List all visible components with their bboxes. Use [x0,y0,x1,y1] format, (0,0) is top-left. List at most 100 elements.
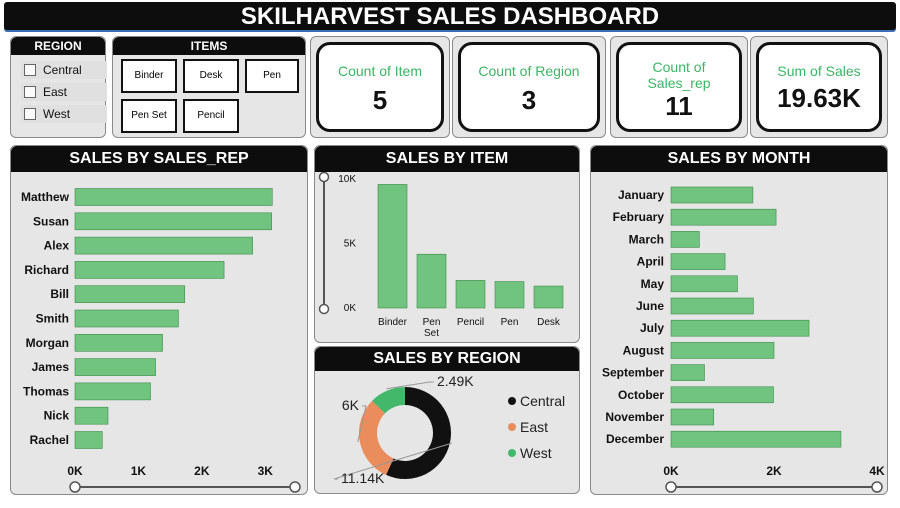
tick-label: 3K [258,464,274,478]
kpi-value: 19.63K [777,83,861,113]
bar[interactable] [377,184,408,309]
category-label: July [640,321,664,335]
category-label: Rachel [30,433,69,447]
bar[interactable] [74,309,179,328]
item-button-pen-set[interactable]: Pen Set [121,99,177,133]
item-button-pencil[interactable]: Pencil [183,99,239,133]
region-option-label: Central [43,63,82,77]
bar[interactable] [74,382,151,401]
category-label: Matthew [21,190,70,204]
item-button-binder[interactable]: Binder [121,59,177,93]
bar[interactable] [74,334,163,352]
category-label: James [32,360,70,374]
tick-label: 1K [131,464,147,478]
kpi-card-sum-of-sales: Sum of Sales 19.63K [750,36,888,138]
data-label: 6K [342,397,360,413]
bar[interactable] [74,406,109,425]
region-slicer-header: REGION [11,37,105,55]
bar[interactable] [74,261,225,279]
sales-by-item-chart: 0K5K10KBinder PenSetPencil Pen Desk [318,172,564,339]
category-label: Smith [36,312,69,326]
region-slicer: REGION Central East West [10,36,107,138]
slider-handle[interactable] [318,172,330,183]
category-label: Pen [423,317,441,328]
chart-title: SALES BY ITEM [315,146,579,172]
bar[interactable] [670,208,777,226]
data-label: 11.14K [341,470,385,486]
bar[interactable] [670,297,754,315]
item-button-pen[interactable]: Pen [245,59,299,93]
category-label: February [613,210,665,224]
sales-by-item-panel: SALES BY ITEM 0K 5K 10K Binder Pen Set Pencil P… [314,145,580,343]
chart-title: SALES BY MONTH [591,146,887,172]
dashboard-title: SKILHARVEST SALES DASHBOARD [4,2,896,30]
bar[interactable] [670,386,774,404]
bar[interactable] [670,430,842,448]
bar[interactable] [670,231,700,248]
sales-by-month-panel: SALES BY MONTH January February March April… [590,145,888,495]
kpi-card-count-of-region: Count of Region 3 [452,36,606,138]
tick-label: 0K [344,303,357,314]
item-button-desk[interactable]: Desk [183,59,239,93]
category-label: Set [424,328,439,339]
bar[interactable] [670,364,705,381]
bar[interactable] [74,212,272,231]
bar[interactable] [670,275,738,293]
category-label: September [602,366,664,380]
kpi-label: Count of Region [478,63,580,79]
kpi-value: 11 [665,91,693,121]
checkbox[interactable] [24,64,36,76]
data-label: 2.49K [437,373,474,389]
bar[interactable] [670,319,810,337]
category-label: November [605,410,664,424]
region-option-label: East [43,85,68,99]
slider-handle[interactable] [665,481,677,493]
category-label: April [637,255,664,269]
bar[interactable] [74,285,186,303]
region-option-east[interactable]: East [21,83,107,101]
region-option-west[interactable]: West [21,105,107,123]
bar[interactable] [533,285,564,309]
bar[interactable] [494,281,525,309]
bar[interactable] [670,253,726,270]
category-label: Susan [33,214,69,228]
bar[interactable] [670,342,775,359]
category-label: June [636,299,664,313]
category-label: December [606,432,664,446]
bar[interactable] [74,431,103,449]
tick-label: 10K [338,174,356,185]
region-option-central[interactable]: Central [21,61,107,79]
bar[interactable] [670,408,715,426]
category-label: October [618,388,664,402]
slider-handle[interactable] [69,481,81,493]
checkbox[interactable] [24,108,36,120]
category-label: Nick [44,409,70,423]
category-label: March [629,232,664,246]
category-label: Bill [50,287,69,301]
slider-handle[interactable] [318,303,330,315]
bar[interactable] [455,280,486,309]
kpi-label: Count of Item [337,63,423,79]
bar[interactable] [74,188,273,206]
bar[interactable] [74,236,253,255]
category-label: Pen [501,317,519,328]
category-label: August [623,343,664,357]
category-label: Morgan [26,336,69,350]
kpi-value: 3 [521,85,537,115]
category-label: Alex [44,239,70,253]
checkbox[interactable] [24,86,36,98]
bar[interactable] [670,186,754,204]
chart-title: SALES BY SALES_REP [11,146,307,172]
legend-marker [508,423,516,431]
legend-marker [508,397,516,405]
tick-label: 2K [766,464,782,478]
slider-handle[interactable] [871,481,883,493]
sales-by-month-chart: January February March April May June July Augu… [602,186,885,493]
kpi-value: 5 [372,85,388,115]
bar[interactable] [74,358,156,376]
bar[interactable] [416,253,447,309]
slider-handle[interactable] [289,481,301,493]
legend-label: Central [520,393,565,409]
category-label: Desk [537,317,561,328]
tick-label: 0K [663,464,679,478]
